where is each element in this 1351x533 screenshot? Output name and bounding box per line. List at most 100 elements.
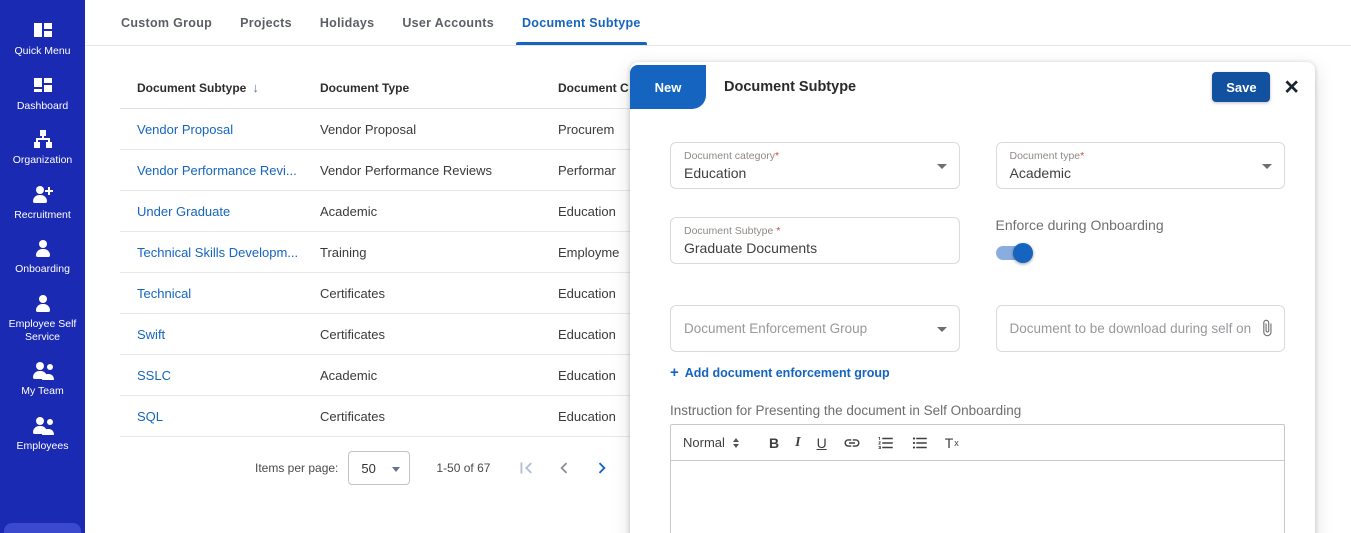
document-subtype-link[interactable]: SSLC	[137, 368, 320, 383]
field-label: Document type	[1010, 150, 1081, 162]
column-label: Document Type	[320, 81, 409, 95]
document-subtype-link[interactable]: Under Graduate	[137, 204, 320, 219]
sort-descending-icon: ↓	[252, 80, 259, 95]
tab-holidays[interactable]: Holidays	[318, 0, 377, 45]
ordered-list-icon	[877, 434, 895, 452]
updown-arrows-icon	[733, 438, 739, 448]
field-placeholder: Document Enforcement Group	[684, 321, 867, 336]
first-page-icon	[515, 457, 537, 479]
sidebar-item-onboarding[interactable]: Onboarding	[0, 238, 85, 276]
tab-projects[interactable]: Projects	[238, 0, 294, 45]
document-subtype-link[interactable]: Vendor Proposal	[137, 122, 320, 137]
dashboard-icon	[33, 75, 53, 95]
underline-button[interactable]: U	[817, 435, 827, 451]
pagination-range: 1-50 of 67	[436, 461, 490, 475]
link-icon	[843, 434, 861, 452]
field-label: Document Subtype	[684, 225, 776, 237]
dropdown-caret-icon	[392, 467, 400, 472]
sidebar-item-label: Dashboard	[3, 100, 82, 113]
sidebar-item-recruitment[interactable]: Recruitment	[0, 184, 85, 222]
sidebar-item-label: My Team	[3, 385, 82, 398]
sidebar-item-label: Employees	[3, 440, 82, 453]
items-per-page-select[interactable]: 50	[348, 451, 410, 485]
add-enforcement-group-link[interactable]: + Add document enforcement group	[670, 364, 1285, 381]
document-download-field[interactable]: Document to be download during self on	[996, 305, 1286, 352]
next-page-icon	[591, 457, 613, 479]
page: Quick Menu Dashboard Organization Recrui…	[0, 0, 1351, 533]
tab-document-subtype[interactable]: Document Subtype	[520, 0, 643, 45]
document-type-select[interactable]: Document type* Academic	[996, 142, 1286, 189]
sidebar-item-organization[interactable]: Organization	[0, 129, 85, 167]
next-page-button[interactable]	[590, 456, 614, 480]
document-category-select[interactable]: Document category* Education	[670, 142, 960, 189]
bullet-list-icon	[911, 434, 929, 452]
sidebar-item-partial[interactable]	[4, 523, 81, 533]
toggle-knob	[1013, 243, 1033, 263]
sidebar-item-label: Employee Self Service	[3, 318, 82, 343]
rich-text-editor: Normal B I U Tx	[670, 424, 1285, 533]
form-title: Document Subtype	[724, 79, 856, 95]
document-subtype-link[interactable]: Vendor Performance Revi...	[137, 163, 320, 178]
sidebar-item-dashboard[interactable]: Dashboard	[0, 75, 85, 113]
document-type-cell: Academic	[320, 368, 558, 383]
bullet-list-button[interactable]	[911, 434, 929, 452]
bold-button[interactable]: B	[769, 435, 779, 451]
clean-t: T	[945, 435, 954, 451]
document-subtype-link[interactable]: Swift	[137, 327, 320, 342]
italic-button[interactable]: I	[795, 435, 800, 451]
editor-content[interactable]	[671, 461, 1284, 533]
items-per-page-value: 50	[361, 461, 375, 476]
attachment-icon	[1258, 319, 1276, 337]
editor-toolbar: Normal B I U Tx	[671, 425, 1284, 461]
add-enforcement-group-label: Add document enforcement group	[685, 366, 890, 380]
form-header: New Document Subtype Save ×	[630, 62, 1315, 112]
ordered-list-button[interactable]	[877, 434, 895, 452]
items-per-page-label: Items per page:	[255, 461, 338, 475]
clean-x: x	[954, 438, 959, 448]
document-subtype-input[interactable]: Document Subtype * Graduate Documents	[670, 217, 960, 264]
enforce-onboarding-toggle[interactable]	[996, 246, 1032, 260]
first-page-button	[514, 456, 538, 480]
employee-self-service-icon	[33, 293, 53, 313]
sidebar-item-employee-self-service[interactable]: Employee Self Service	[0, 293, 85, 343]
field-label: Document category	[684, 150, 775, 162]
document-subtype-link[interactable]: Technical Skills Developm...	[137, 245, 320, 260]
document-subtype-link[interactable]: SQL	[137, 409, 320, 424]
plus-icon: +	[670, 364, 679, 381]
enforce-onboarding-label: Enforce during Onboarding	[996, 217, 1286, 233]
column-header-document-subtype[interactable]: Document Subtype ↓	[137, 80, 320, 95]
column-label: Document Subtype	[137, 81, 246, 95]
column-label: Document C	[558, 81, 629, 95]
link-button[interactable]	[843, 434, 861, 452]
format-value: Normal	[683, 435, 725, 450]
column-header-document-type[interactable]: Document Type	[320, 81, 558, 95]
organization-icon	[33, 129, 53, 149]
top-tab-bar: Custom Group Projects Holidays User Acco…	[85, 0, 1351, 46]
tab-user-accounts[interactable]: User Accounts	[400, 0, 496, 45]
document-enforcement-group-select[interactable]: Document Enforcement Group	[670, 305, 960, 352]
tab-custom-group[interactable]: Custom Group	[119, 0, 214, 45]
sidebar-item-employees[interactable]: Employees	[0, 415, 85, 453]
field-value: Education	[684, 165, 929, 181]
document-type-cell: Vendor Performance Reviews	[320, 163, 558, 178]
clear-formatting-button[interactable]: Tx	[945, 435, 959, 451]
close-icon[interactable]: ×	[1284, 75, 1299, 100]
save-button[interactable]: Save	[1212, 72, 1270, 102]
tab-new[interactable]: New	[630, 65, 706, 109]
previous-page-icon	[553, 457, 575, 479]
document-subtype-form-panel: New Document Subtype Save × Document cat…	[630, 62, 1315, 533]
sidebar: Quick Menu Dashboard Organization Recrui…	[0, 0, 85, 533]
recruitment-icon	[33, 184, 53, 204]
format-select[interactable]: Normal	[683, 435, 753, 450]
document-subtype-link[interactable]: Technical	[137, 286, 320, 301]
dropdown-caret-icon	[1262, 164, 1272, 169]
sidebar-item-quick-menu[interactable]: Quick Menu	[0, 20, 85, 58]
onboarding-icon	[33, 238, 53, 258]
sidebar-item-my-team[interactable]: My Team	[0, 360, 85, 398]
document-type-cell: Vendor Proposal	[320, 122, 558, 137]
required-asterisk: *	[775, 150, 779, 162]
previous-page-button	[552, 456, 576, 480]
document-type-cell: Certificates	[320, 327, 558, 342]
sidebar-item-label: Onboarding	[3, 263, 82, 276]
dropdown-caret-icon	[937, 327, 947, 332]
